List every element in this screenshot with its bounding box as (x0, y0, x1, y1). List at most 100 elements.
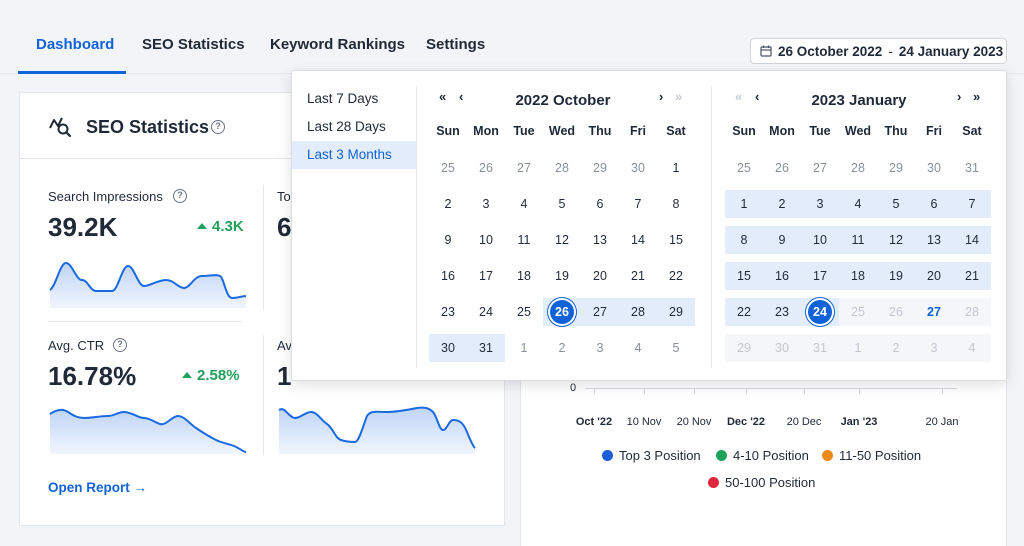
calendar-day[interactable]: 15 (725, 262, 763, 290)
preset-last-7-days[interactable]: Last 7 Days (292, 85, 416, 113)
calendar-day[interactable]: 30 (915, 154, 953, 182)
calendar-day[interactable]: 11 (505, 226, 543, 254)
calendar-day[interactable]: 27 (505, 154, 543, 182)
calendar-day[interactable]: 3 (801, 190, 839, 218)
calendar-day[interactable]: 5 (877, 190, 915, 218)
calendar-day[interactable]: 26 (763, 154, 801, 182)
open-report-link[interactable]: Open Report → (48, 480, 147, 495)
calendar-day[interactable]: 6 (581, 190, 619, 218)
legend-item[interactable]: Top 3 Position (602, 448, 701, 463)
calendar-day[interactable]: 12 (543, 226, 581, 254)
calendar-day[interactable]: 2 (763, 190, 801, 218)
calendar-day[interactable]: 2 (429, 190, 467, 218)
calendar-day[interactable]: 29 (657, 298, 695, 326)
tab-settings[interactable]: Settings (426, 36, 485, 53)
calendar-day[interactable]: 29 (877, 154, 915, 182)
calendar-day[interactable]: 23 (429, 298, 467, 326)
calendar-day[interactable]: 26 (467, 154, 505, 182)
calendar-day[interactable]: 28 (619, 298, 657, 326)
calendar-day[interactable]: 24 (467, 298, 505, 326)
calendar-day[interactable]: 9 (763, 226, 801, 254)
legend-item[interactable]: 11-50 Position (822, 448, 921, 463)
calendar-day[interactable]: 25 (725, 154, 763, 182)
metric-label-search-impressions: Search Impressions (48, 189, 163, 204)
calendar-day[interactable]: 1 (657, 154, 695, 182)
calendar-day[interactable]: 2 (543, 334, 581, 362)
calendar-day[interactable]: 19 (543, 262, 581, 290)
next-month-button[interactable]: › (957, 89, 962, 104)
presets-divider (416, 86, 417, 368)
month-title: 2023 January (811, 92, 907, 109)
calendar-day[interactable]: 19 (877, 262, 915, 290)
calendar-day[interactable]: 31 (953, 154, 991, 182)
calendar-day[interactable]: 16 (429, 262, 467, 290)
calendar-day[interactable]: 27 (801, 154, 839, 182)
calendar-day[interactable]: 5 (657, 334, 695, 362)
calendar-day[interactable]: 26 (543, 298, 581, 326)
legend-item[interactable]: 4-10 Position (716, 448, 809, 463)
metric-divider (263, 185, 264, 310)
preset-last-3-months[interactable]: Last 3 Months (292, 141, 416, 169)
calendar-day[interactable]: 14 (953, 226, 991, 254)
calendar-day[interactable]: 9 (429, 226, 467, 254)
calendar-day[interactable]: 8 (725, 226, 763, 254)
calendar-day[interactable]: 11 (839, 226, 877, 254)
weekday-header: Fri (630, 124, 646, 138)
calendar-day[interactable]: 1 (725, 190, 763, 218)
calendar-day[interactable]: 22 (657, 262, 695, 290)
calendar-day[interactable]: 10 (467, 226, 505, 254)
help-icon[interactable]: ? (211, 120, 225, 134)
next-year-button[interactable]: » (973, 89, 980, 104)
tab-seo-statistics[interactable]: SEO Statistics (142, 36, 245, 53)
calendar-day[interactable]: 3 (467, 190, 505, 218)
calendar-day[interactable]: 7 (953, 190, 991, 218)
calendar-day[interactable]: 12 (877, 226, 915, 254)
preset-last-28-days[interactable]: Last 28 Days (292, 113, 416, 141)
calendar-day[interactable]: 4 (619, 334, 657, 362)
calendar-day[interactable]: 4 (839, 190, 877, 218)
calendar-day[interactable]: 6 (915, 190, 953, 218)
calendar-day[interactable]: 31 (467, 334, 505, 362)
calendar-day[interactable]: 5 (543, 190, 581, 218)
calendar-day[interactable]: 30 (619, 154, 657, 182)
calendar-day[interactable]: 22 (725, 298, 763, 326)
calendar-day[interactable]: 28 (543, 154, 581, 182)
tab-keyword-rankings[interactable]: Keyword Rankings (270, 36, 405, 53)
calendar-day[interactable]: 25 (429, 154, 467, 182)
calendar-day[interactable]: 21 (619, 262, 657, 290)
next-month-button[interactable]: › (659, 89, 664, 104)
calendar-day[interactable]: 4 (505, 190, 543, 218)
calendar-day[interactable]: 23 (763, 298, 801, 326)
date-range-button[interactable]: 26 October 2022 - 24 January 2023 (750, 38, 1007, 64)
calendar-day[interactable]: 20 (581, 262, 619, 290)
calendar-day[interactable]: 20 (915, 262, 953, 290)
calendar-day[interactable]: 1 (505, 334, 543, 362)
calendar-day[interactable]: 13 (581, 226, 619, 254)
calendar-day[interactable]: 13 (915, 226, 953, 254)
calendar-day[interactable]: 18 (505, 262, 543, 290)
weekday-header: Mon (769, 124, 795, 138)
calendar-day[interactable]: 28 (839, 154, 877, 182)
legend-item[interactable]: 50-100 Position (708, 475, 815, 490)
calendar-day[interactable]: 14 (619, 226, 657, 254)
tab-dashboard[interactable]: Dashboard (36, 36, 114, 53)
calendar-day[interactable]: 21 (953, 262, 991, 290)
calendar-day[interactable]: 3 (581, 334, 619, 362)
calendar-day[interactable]: 24 (801, 298, 839, 326)
help-icon[interactable]: ? (113, 338, 127, 352)
calendar-day[interactable]: 15 (657, 226, 695, 254)
x-tick-label: 20 Nov (676, 416, 712, 428)
calendar-day[interactable]: 16 (763, 262, 801, 290)
calendar-day[interactable]: 29 (581, 154, 619, 182)
calendar-day[interactable]: 18 (839, 262, 877, 290)
calendar-day[interactable]: 27 (581, 298, 619, 326)
next-year-button[interactable]: » (675, 89, 682, 104)
calendar-day[interactable]: 8 (657, 190, 695, 218)
calendar-day[interactable]: 25 (505, 298, 543, 326)
help-icon[interactable]: ? (173, 189, 187, 203)
calendar-day[interactable]: 7 (619, 190, 657, 218)
calendar-day[interactable]: 17 (801, 262, 839, 290)
calendar-day[interactable]: 10 (801, 226, 839, 254)
calendar-day[interactable]: 30 (429, 334, 467, 362)
calendar-day[interactable]: 17 (467, 262, 505, 290)
